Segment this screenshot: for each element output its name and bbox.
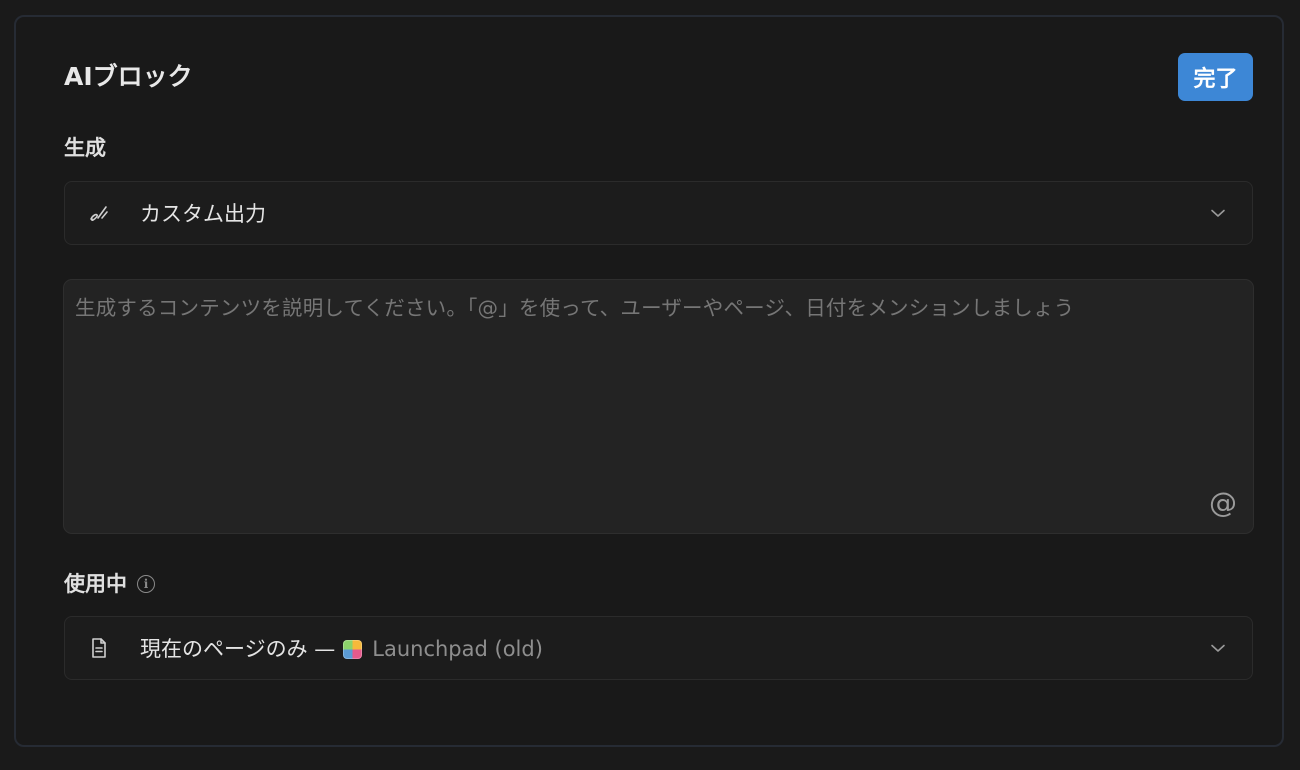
panel-title: AIブロック [64,62,193,91]
generate-type-select[interactable]: カスタム出力 [64,181,1253,245]
using-label-row: 使用中 i [64,570,155,598]
done-button[interactable]: 完了 [1178,53,1253,101]
custom-output-icon [85,199,113,227]
mention-icon[interactable]: @ [1209,489,1237,517]
chevron-down-icon [1208,638,1228,658]
scope-value: 現在のページのみ — Launchpad (old) [140,633,543,663]
scope-select[interactable]: 現在のページのみ — Launchpad (old) [64,616,1253,680]
generate-type-value: カスタム出力 [140,202,266,226]
prompt-input[interactable]: 生成するコンテンツを説明してください。「@」を使って、ユーザーやページ、日付をメ… [63,279,1254,534]
ai-block-panel: AIブロック 完了 生成 カスタム出力 生成するコンテンツを説明してください。「… [14,15,1284,747]
prompt-placeholder: 生成するコンテンツを説明してください。「@」を使って、ユーザーやページ、日付をメ… [75,296,1075,320]
using-label: 使用中 [64,572,127,596]
page-icon [85,634,113,662]
chevron-down-icon [1208,203,1228,223]
info-icon[interactable]: i [137,575,155,593]
page-name: Launchpad (old) [372,637,543,661]
scope-text: 現在のページのみ — [140,637,336,661]
generate-label: 生成 [64,136,106,160]
launchpad-page-icon [343,640,363,659]
